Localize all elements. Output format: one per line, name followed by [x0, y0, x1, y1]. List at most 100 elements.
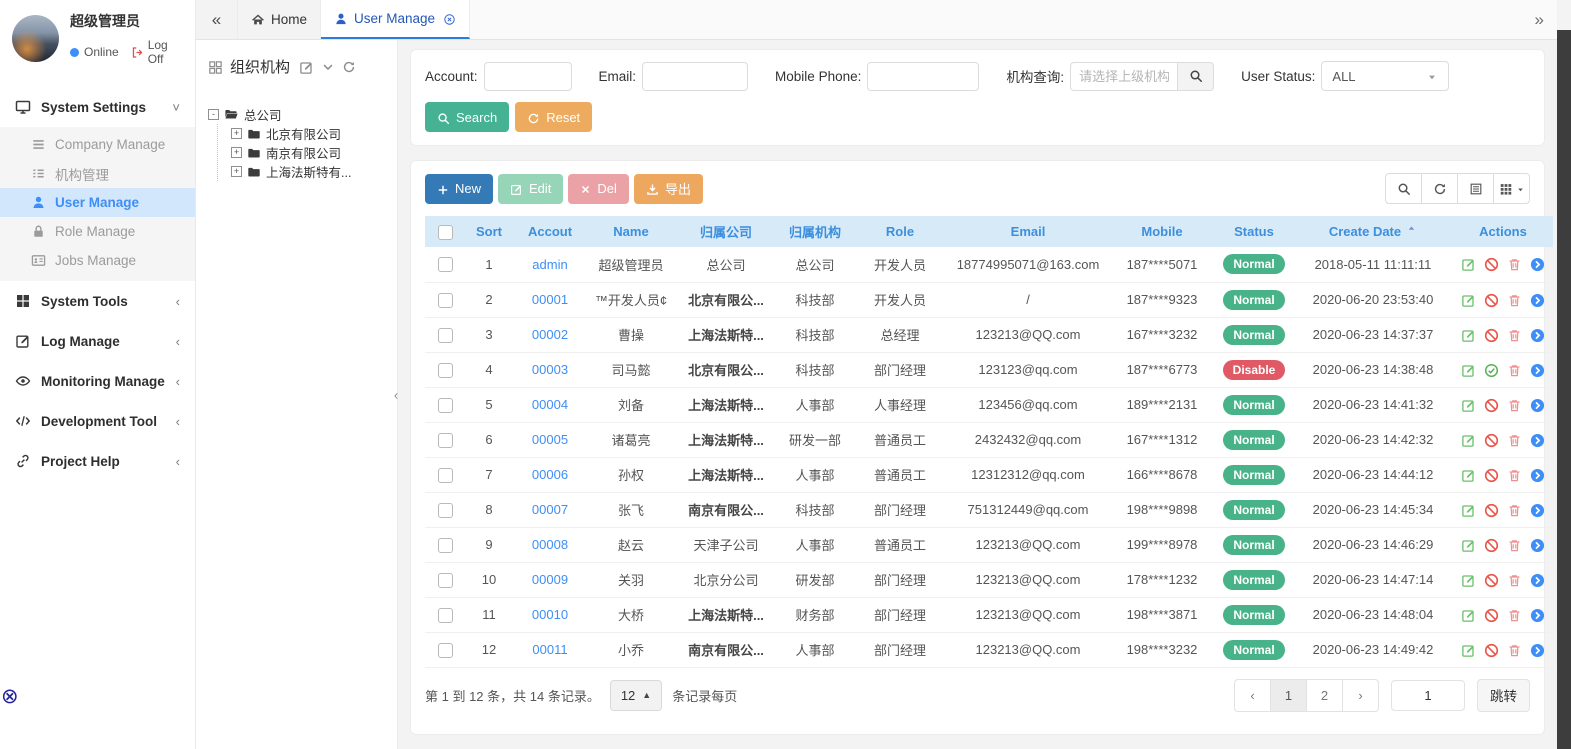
ban-icon[interactable]: [1484, 433, 1499, 448]
edit-icon[interactable]: [1461, 643, 1476, 658]
ban-icon[interactable]: [1484, 328, 1499, 343]
arrow-circle-icon[interactable]: [1530, 363, 1545, 378]
ban-icon[interactable]: [1484, 398, 1499, 413]
arrow-circle-icon[interactable]: [1530, 503, 1545, 518]
ban-icon[interactable]: [1484, 468, 1499, 483]
ban-icon[interactable]: [1484, 643, 1499, 658]
arrow-circle-icon[interactable]: [1530, 608, 1545, 623]
header-mobile[interactable]: Mobile: [1109, 216, 1215, 247]
cell-account-link[interactable]: 00005: [513, 422, 587, 457]
refresh-view-button[interactable]: [1421, 173, 1458, 204]
header-company[interactable]: 归属公司: [675, 216, 777, 247]
trash-icon[interactable]: [1507, 608, 1522, 623]
sidebar-item-org-manage[interactable]: 机构管理: [0, 159, 195, 188]
row-checkbox[interactable]: [438, 293, 453, 308]
tree-node[interactable]: +北京有限公司: [231, 124, 385, 143]
header-role[interactable]: Role: [853, 216, 947, 247]
sidebar-item-project-help[interactable]: Project Help‹: [0, 441, 195, 481]
edit-icon[interactable]: [1461, 363, 1476, 378]
sidebar-item-jobs-manage[interactable]: Jobs Manage: [0, 246, 195, 275]
refresh-icon[interactable]: [342, 60, 356, 74]
page-button-2[interactable]: 2: [1306, 679, 1343, 712]
mobile-input[interactable]: [867, 62, 979, 91]
tab-home[interactable]: Home: [238, 0, 321, 39]
tree-expander-icon[interactable]: +: [231, 128, 242, 139]
account-input[interactable]: [484, 62, 572, 91]
cell-account-link[interactable]: admin: [513, 247, 587, 282]
arrow-circle-icon[interactable]: [1530, 573, 1545, 588]
row-checkbox[interactable]: [438, 363, 453, 378]
circle-x-icon[interactable]: ⊗: [1, 686, 19, 707]
cell-account-link[interactable]: 00007: [513, 492, 587, 527]
row-checkbox[interactable]: [438, 573, 453, 588]
trash-icon[interactable]: [1507, 643, 1522, 658]
cell-account-link[interactable]: 00010: [513, 597, 587, 632]
email-input[interactable]: [642, 62, 748, 91]
sidebar-item-log-manage[interactable]: Log Manage‹: [0, 321, 195, 361]
jump-page-input[interactable]: [1391, 680, 1465, 711]
cell-account-link[interactable]: 00006: [513, 457, 587, 492]
arrow-circle-icon[interactable]: [1530, 257, 1545, 272]
sidebar-item-user-manage[interactable]: User Manage: [0, 188, 195, 217]
org-query-input[interactable]: [1070, 62, 1178, 91]
header-email[interactable]: Email: [947, 216, 1109, 247]
edit-icon[interactable]: [1461, 468, 1476, 483]
edit-icon[interactable]: [1461, 538, 1476, 553]
ban-icon[interactable]: [1484, 293, 1499, 308]
user-status-select[interactable]: ALL: [1321, 61, 1449, 91]
delete-button[interactable]: Del: [568, 174, 629, 204]
trash-icon[interactable]: [1507, 538, 1522, 553]
row-checkbox[interactable]: [438, 538, 453, 553]
sidebar-item-company-manage[interactable]: Company Manage: [0, 130, 195, 159]
cell-account-link[interactable]: 00009: [513, 562, 587, 597]
header-actions[interactable]: Actions: [1453, 216, 1553, 247]
tree-expander-icon[interactable]: -: [208, 109, 219, 120]
panel-expand-button[interactable]: »: [1535, 0, 1557, 39]
export-button[interactable]: 导出: [634, 174, 703, 204]
next-page-button[interactable]: ›: [1342, 679, 1379, 712]
header-sort[interactable]: Sort: [465, 216, 513, 247]
jump-button[interactable]: 跳转: [1477, 679, 1530, 712]
trash-icon[interactable]: [1507, 468, 1522, 483]
header-create-date[interactable]: Create Date: [1293, 216, 1453, 247]
ban-icon[interactable]: [1484, 573, 1499, 588]
header-account[interactable]: Accout: [513, 216, 587, 247]
ban-icon[interactable]: [1484, 257, 1499, 272]
ban-icon[interactable]: [1484, 503, 1499, 518]
ban-icon[interactable]: [1484, 538, 1499, 553]
row-checkbox[interactable]: [438, 468, 453, 483]
trash-icon[interactable]: [1507, 433, 1522, 448]
row-checkbox[interactable]: [438, 433, 453, 448]
new-button[interactable]: New: [425, 174, 493, 204]
reset-button[interactable]: Reset: [515, 102, 592, 132]
select-all-checkbox[interactable]: [438, 225, 453, 240]
sidebar-item-monitoring-manage[interactable]: Monitoring Manage‹: [0, 361, 195, 401]
edit-icon[interactable]: [299, 60, 314, 75]
edit-icon[interactable]: [1461, 433, 1476, 448]
trash-icon[interactable]: [1507, 363, 1522, 378]
cell-account-link[interactable]: 00011: [513, 632, 587, 667]
check-circle-icon[interactable]: [1484, 363, 1499, 378]
arrow-circle-icon[interactable]: [1530, 468, 1545, 483]
row-checkbox[interactable]: [438, 503, 453, 518]
columns-view-button[interactable]: [1493, 173, 1530, 204]
sidebar-collapse-button[interactable]: «: [196, 0, 238, 39]
row-checkbox[interactable]: [438, 257, 453, 272]
cell-account-link[interactable]: 00002: [513, 317, 587, 352]
sidebar-item-system-settings[interactable]: System Settings˅: [0, 87, 195, 127]
trash-icon[interactable]: [1507, 398, 1522, 413]
org-search-button[interactable]: [1178, 62, 1214, 91]
tree-node-root[interactable]: -总公司: [208, 105, 385, 124]
header-org[interactable]: 归属机构: [777, 216, 853, 247]
trash-icon[interactable]: [1507, 503, 1522, 518]
search-view-button[interactable]: [1385, 173, 1422, 204]
search-button[interactable]: Search: [425, 102, 509, 132]
trash-icon[interactable]: [1507, 293, 1522, 308]
sidebar-item-role-manage[interactable]: Role Manage: [0, 217, 195, 246]
tree-expander-icon[interactable]: +: [231, 166, 242, 177]
arrow-circle-icon[interactable]: [1530, 328, 1545, 343]
header-status[interactable]: Status: [1215, 216, 1293, 247]
header-name[interactable]: Name: [587, 216, 675, 247]
arrow-circle-icon[interactable]: [1530, 643, 1545, 658]
tree-collapse-handle[interactable]: ‹: [391, 387, 401, 402]
